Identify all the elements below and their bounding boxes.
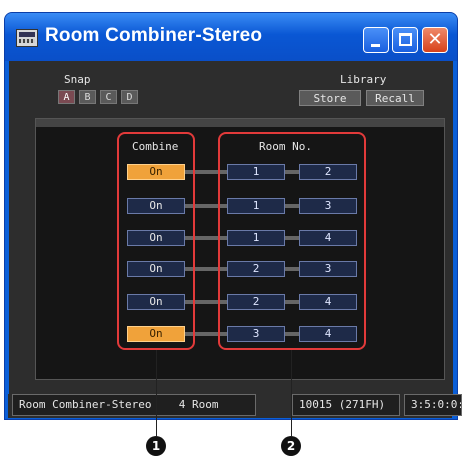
minimize-icon (371, 44, 380, 47)
snap-button-b[interactable]: B (79, 90, 96, 104)
callout-combine-column (117, 132, 195, 350)
status-bar: Room Combiner-Stereo 4 Room 10015 (271FH… (8, 394, 462, 418)
status-name: Room Combiner-Stereo (19, 398, 152, 411)
maximize-button[interactable] (392, 27, 418, 53)
library-label: Library (340, 73, 387, 86)
status-code: 3:5:0:0:0 (404, 394, 462, 416)
close-button[interactable]: ✕ (422, 27, 448, 53)
snap-button-c[interactable]: C (100, 90, 117, 104)
leader-line-1 (156, 350, 157, 436)
minimize-button[interactable] (363, 27, 389, 53)
recall-button[interactable]: Recall (366, 90, 424, 106)
snap-label: Snap (64, 73, 91, 86)
status-id: 10015 (271FH) (292, 394, 400, 416)
status-rooms: 4 Room (178, 398, 219, 411)
window-title: Room Combiner-Stereo (45, 25, 263, 46)
status-component-name: Room Combiner-Stereo 4 Room (12, 394, 256, 416)
callout-marker-1: 1 (146, 436, 166, 456)
close-icon: ✕ (427, 29, 443, 50)
callout-room-no-column (218, 132, 366, 350)
store-button[interactable]: Store (299, 90, 361, 106)
app-icon[interactable] (16, 29, 38, 47)
leader-line-2 (291, 350, 292, 436)
snap-button-d[interactable]: D (121, 90, 138, 104)
maximize-icon (399, 33, 412, 46)
snap-button-a[interactable]: A (58, 90, 75, 104)
title-bar[interactable]: Room Combiner-Stereo ✕ (5, 13, 457, 61)
panel-header-bar (36, 119, 444, 127)
callout-marker-2: 2 (281, 436, 301, 456)
